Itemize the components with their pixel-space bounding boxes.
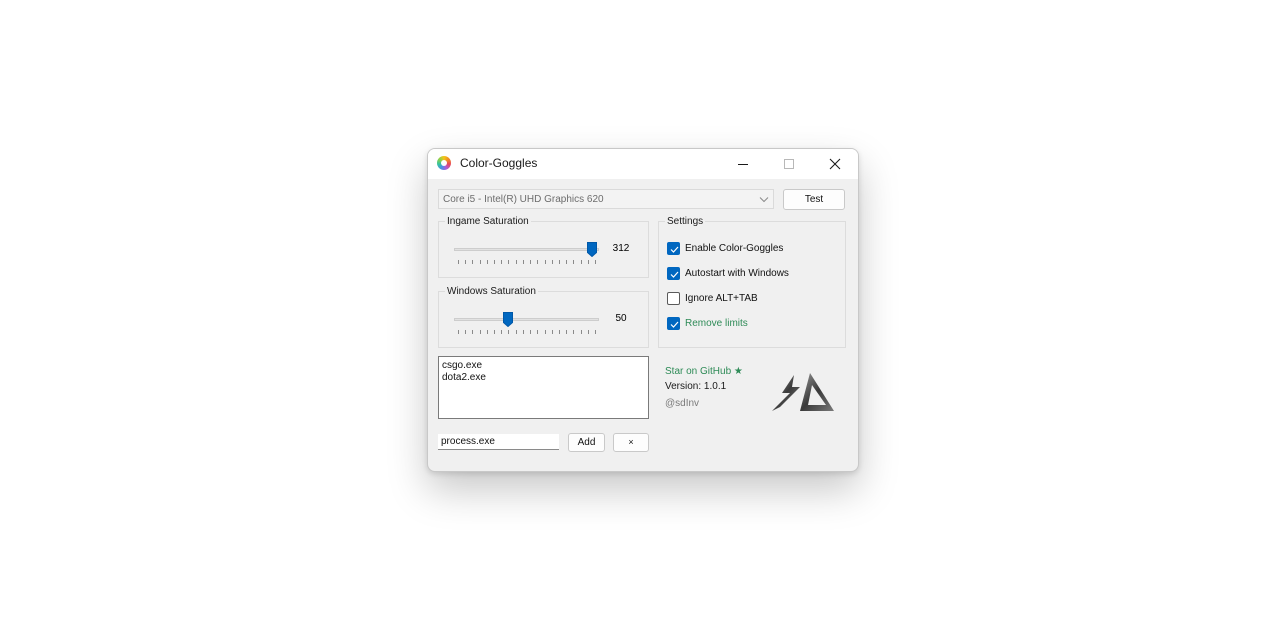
settings-group: Settings Enable Color-Goggles Autostart … xyxy=(658,216,846,348)
maximize-button[interactable] xyxy=(766,149,812,179)
slider-tick xyxy=(508,330,509,334)
slider-tick xyxy=(595,330,596,334)
ignore-alt-tab-label: Ignore ALT+TAB xyxy=(685,293,758,304)
windows-saturation-track[interactable] xyxy=(454,318,599,321)
windows-saturation-ticks xyxy=(458,330,596,335)
slider-tick xyxy=(487,330,488,334)
slider-tick xyxy=(458,260,459,264)
slider-tick xyxy=(516,330,517,334)
slider-tick xyxy=(573,260,574,264)
remove-limits-label: Remove limits xyxy=(685,318,748,329)
checkmark-icon xyxy=(670,246,679,253)
ingame-saturation-ticks xyxy=(458,260,596,265)
list-item[interactable]: dota2.exe xyxy=(442,372,486,383)
ingame-saturation-value: 312 xyxy=(612,243,630,254)
add-process-button[interactable]: Add xyxy=(568,433,605,452)
slider-tick xyxy=(494,330,495,334)
process-name-input[interactable]: process.exe xyxy=(438,434,559,450)
slider-tick xyxy=(581,260,582,264)
slider-tick xyxy=(566,260,567,264)
close-icon xyxy=(829,158,841,170)
minimize-button[interactable] xyxy=(720,149,766,179)
minimize-icon xyxy=(738,164,748,165)
slider-tick xyxy=(545,260,546,264)
settings-label: Settings xyxy=(665,216,706,227)
checkmark-icon xyxy=(670,321,679,328)
ingame-saturation-track[interactable] xyxy=(454,248,599,251)
close-button[interactable] xyxy=(812,149,858,179)
gpu-select[interactable]: Core i5 - Intel(R) UHD Graphics 620 xyxy=(438,189,774,209)
list-item[interactable]: csgo.exe xyxy=(442,360,482,371)
slider-tick xyxy=(472,260,473,264)
author-text: @sdInv xyxy=(665,398,700,409)
test-button[interactable]: Test xyxy=(783,189,845,210)
enable-color-goggles-label: Enable Color-Goggles xyxy=(685,243,784,254)
slider-tick xyxy=(523,260,524,264)
maximize-icon xyxy=(784,159,794,169)
slider-tick xyxy=(566,330,567,334)
slider-tick xyxy=(480,330,481,334)
slider-tick xyxy=(501,330,502,334)
slider-tick xyxy=(472,330,473,334)
version-text: Version: 1.0.1 xyxy=(665,381,727,392)
title-bar[interactable]: Color-Goggles xyxy=(428,149,858,179)
slider-tick xyxy=(494,260,495,264)
autostart-checkbox[interactable] xyxy=(667,267,680,280)
slider-tick xyxy=(465,330,466,334)
app-window: Color-Goggles Core i5 - Intel(R) UHD Gra… xyxy=(427,148,859,472)
slider-tick xyxy=(559,260,560,264)
star-on-github-link[interactable]: Star on GitHub ★ xyxy=(665,366,743,377)
slider-tick xyxy=(501,260,502,264)
slider-tick xyxy=(545,330,546,334)
slider-tick xyxy=(523,330,524,334)
ingame-saturation-group: Ingame Saturation 312 xyxy=(438,216,649,278)
process-list[interactable]: csgo.exe dota2.exe xyxy=(438,356,649,419)
sd-logo xyxy=(772,373,834,411)
process-name-input-value: process.exe xyxy=(441,436,495,447)
chevron-down-icon xyxy=(759,197,769,203)
slider-tick xyxy=(508,260,509,264)
window-title: Color-Goggles xyxy=(460,156,538,170)
slider-tick xyxy=(552,260,553,264)
slider-tick xyxy=(530,260,531,264)
slider-tick xyxy=(537,330,538,334)
windows-saturation-group: Windows Saturation 50 xyxy=(438,286,649,348)
slider-tick xyxy=(480,260,481,264)
windows-saturation-thumb[interactable] xyxy=(503,312,513,327)
slider-tick xyxy=(516,260,517,264)
ingame-saturation-thumb[interactable] xyxy=(587,242,597,257)
ignore-alt-tab-checkbox[interactable] xyxy=(667,292,680,305)
slider-tick xyxy=(537,260,538,264)
slider-tick xyxy=(487,260,488,264)
app-color-wheel-icon xyxy=(437,156,451,170)
autostart-label: Autostart with Windows xyxy=(685,268,789,279)
enable-color-goggles-checkbox[interactable] xyxy=(667,242,680,255)
slider-tick xyxy=(559,330,560,334)
checkmark-icon xyxy=(670,271,679,278)
slider-tick xyxy=(465,260,466,264)
ingame-saturation-label: Ingame Saturation xyxy=(445,216,531,227)
slider-tick xyxy=(595,260,596,264)
windows-saturation-label: Windows Saturation xyxy=(445,286,538,297)
windows-saturation-value: 50 xyxy=(615,313,627,324)
slider-tick xyxy=(588,330,589,334)
slider-tick xyxy=(552,330,553,334)
slider-tick xyxy=(588,260,589,264)
slider-tick xyxy=(458,330,459,334)
slider-tick xyxy=(581,330,582,334)
slider-tick xyxy=(530,330,531,334)
slider-tick xyxy=(573,330,574,334)
remove-process-button[interactable]: × xyxy=(613,433,649,452)
remove-limits-checkbox[interactable] xyxy=(667,317,680,330)
gpu-select-value: Core i5 - Intel(R) UHD Graphics 620 xyxy=(443,194,604,205)
